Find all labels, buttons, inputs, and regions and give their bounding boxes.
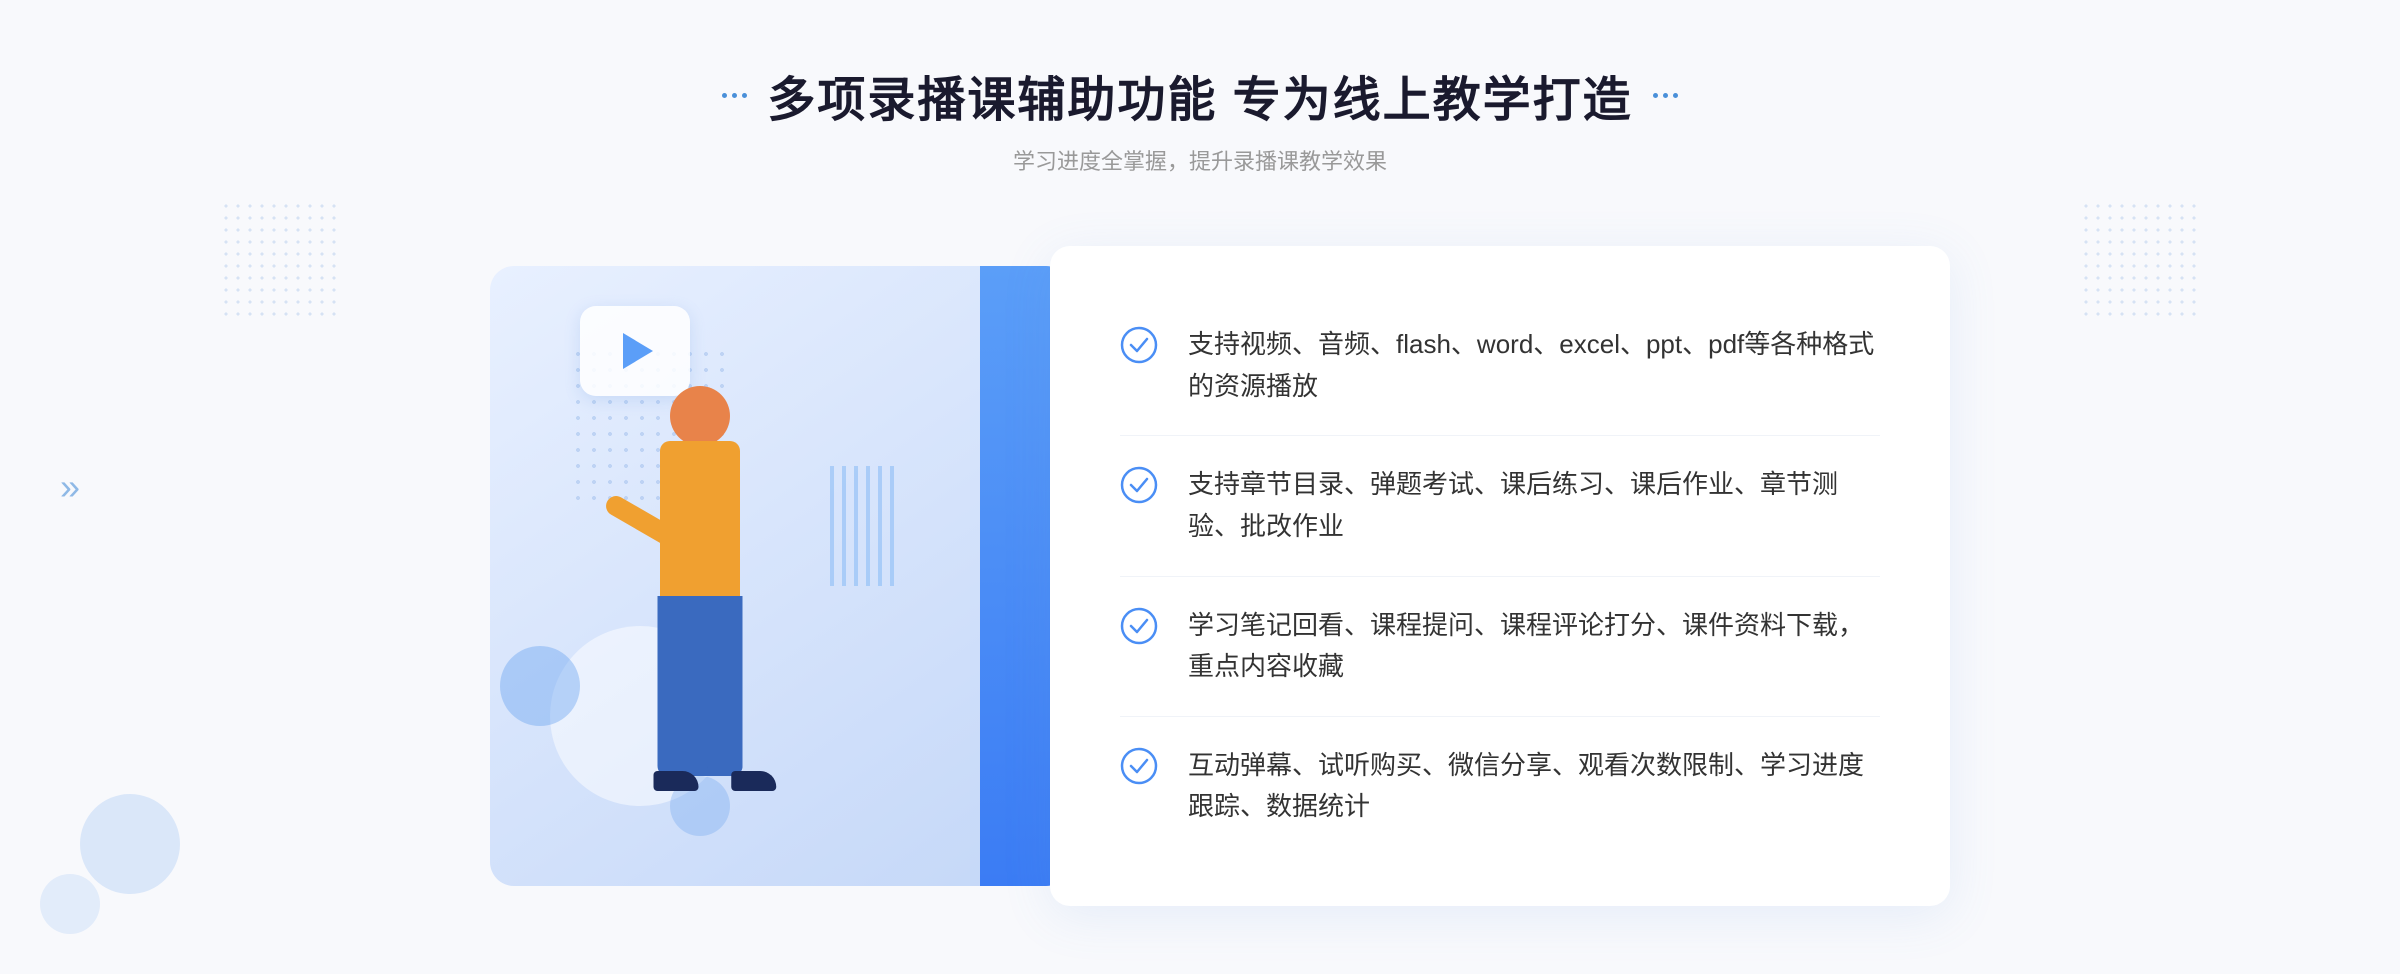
play-bubble-bg xyxy=(580,306,690,396)
dots-decoration-right xyxy=(2080,200,2200,320)
check-icon-4 xyxy=(1120,747,1158,785)
deco-circle-bottom-left2 xyxy=(40,874,100,934)
feature-item-1: 支持视频、音频、flash、word、excel、ppt、pdf等各种格式的资源… xyxy=(1120,296,1880,436)
feature-item-4: 互动弹幕、试听购买、微信分享、观看次数限制、学习进度跟踪、数据统计 xyxy=(1120,717,1880,856)
check-icon-1 xyxy=(1120,326,1158,364)
person-leg-left xyxy=(672,696,707,776)
illus-circle-small xyxy=(500,646,580,726)
illustration-container xyxy=(450,226,1070,926)
check-icon-2 xyxy=(1120,466,1158,504)
check-icon-3 xyxy=(1120,607,1158,645)
person-head xyxy=(670,386,730,446)
feature-text-2: 支持章节目录、弹题考试、课后练习、课后作业、章节测验、批改作业 xyxy=(1188,464,1880,547)
person-pants xyxy=(658,596,743,776)
feature-item-2: 支持章节目录、弹题考试、课后练习、课后作业、章节测验、批改作业 xyxy=(1120,436,1880,576)
page-wrapper: » 多项录播课辅助功能 专为线上教学打造 学习进度全掌握，提升录播课教学效果 xyxy=(0,0,2400,974)
feature-text-3: 学习笔记回看、课程提问、课程评论打分、课件资料下载，重点内容收藏 xyxy=(1188,605,1880,688)
subtitle: 学习进度全掌握，提升录播课教学效果 xyxy=(722,144,1677,176)
dots-decoration-left xyxy=(220,200,340,320)
feature-item-3: 学习笔记回看、课程提问、课程评论打分、课件资料下载，重点内容收藏 xyxy=(1120,577,1880,717)
person-body xyxy=(660,441,740,601)
feature-text-1: 支持视频、音频、flash、word、excel、ppt、pdf等各种格式的资源… xyxy=(1188,324,1880,407)
main-title: 多项录播课辅助功能 专为线上教学打造 xyxy=(767,60,1632,130)
person-shoe-right xyxy=(731,771,776,791)
features-card: 支持视频、音频、flash、word、excel、ppt、pdf等各种格式的资源… xyxy=(1050,246,1950,906)
dot-divider-right xyxy=(1653,93,1678,98)
dot-divider-left xyxy=(722,93,747,98)
person-shoe-left xyxy=(654,771,699,791)
deco-circle-bottom-left xyxy=(80,794,180,894)
person-figure xyxy=(570,386,830,906)
content-area: 支持视频、音频、flash、word、excel、ppt、pdf等各种格式的资源… xyxy=(450,226,1950,926)
header-section: 多项录播课辅助功能 专为线上教学打造 学习进度全掌握，提升录播课教学效果 xyxy=(722,60,1677,176)
person-leg-right xyxy=(707,716,742,776)
chevron-left-decoration: » xyxy=(60,466,80,508)
header-decorators: 多项录播课辅助功能 专为线上教学打造 xyxy=(722,60,1677,130)
illus-stripes xyxy=(830,466,900,586)
play-triangle-icon xyxy=(623,333,653,369)
feature-text-4: 互动弹幕、试听购买、微信分享、观看次数限制、学习进度跟踪、数据统计 xyxy=(1188,745,1880,828)
